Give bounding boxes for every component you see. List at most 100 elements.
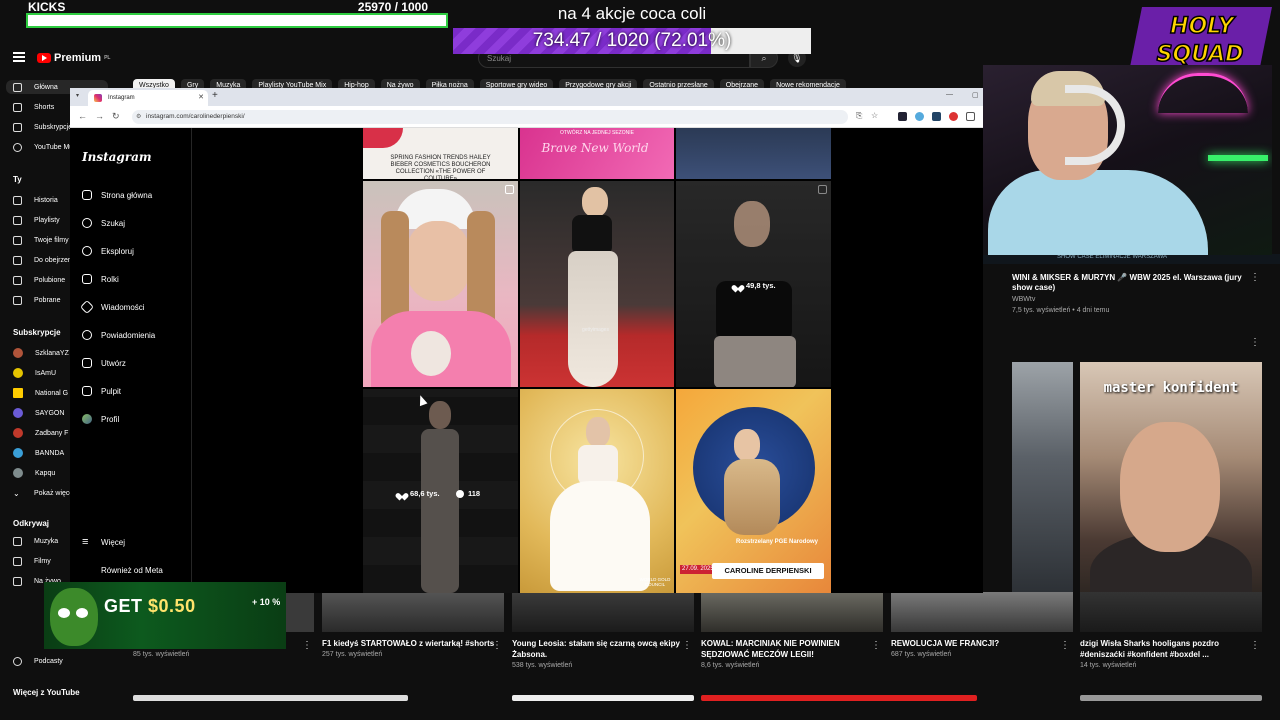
plus-square-icon — [82, 358, 92, 368]
nav-more[interactable]: ≡ Więcej — [82, 535, 125, 549]
sidebar-item-podcasts[interactable]: Podcasty — [13, 654, 83, 668]
podcast-icon — [13, 656, 22, 666]
video-thumbnail[interactable] — [512, 592, 694, 632]
url-field[interactable]: ⚙ instagram.com/carolinederpienski/ — [132, 110, 848, 124]
more-options-icon[interactable]: ⋮ — [871, 640, 881, 651]
holy-squad-logo: HOLY SQUAD — [1130, 7, 1272, 68]
video-thumbnail[interactable] — [891, 592, 1073, 632]
video-meta: 538 tys. wyświetleń — [512, 662, 573, 669]
reload-icon[interactable]: ↻ — [112, 111, 120, 122]
video-title[interactable]: WINI & MIKSER & MUR7YN 🎤 WBW 2025 el. Wa… — [1012, 273, 1262, 293]
more-options-icon[interactable]: ⋮ — [492, 640, 502, 651]
post-thumbnail[interactable]: SPRING FASHION TRENDS HAILEY BIEBER COSM… — [363, 128, 518, 179]
site-info-icon[interactable]: ⚙ — [136, 113, 141, 120]
promo-banner[interactable]: GET $0.50 + 10 % — [44, 582, 286, 649]
video-title[interactable]: KOWAL: MARCINIAK NIE POWINIEN SĘDZIOWAĆ … — [701, 638, 881, 660]
video-thumbnail[interactable] — [322, 592, 504, 632]
extension-icon[interactable] — [898, 112, 907, 121]
video-title[interactable]: dzigi Wisła Sharks hooligans pozdro #den… — [1080, 638, 1260, 660]
sidebar-you-header[interactable]: Ty — [13, 175, 22, 184]
avatar — [13, 388, 23, 398]
nav-also-from-meta[interactable]: Również od Meta — [82, 563, 163, 577]
nav-notifications[interactable]: Powiadomienia — [82, 328, 155, 342]
post-graphic — [363, 128, 403, 148]
nav-explore[interactable]: Eksploruj — [82, 244, 134, 258]
nav-messages[interactable]: Wiadomości — [79, 299, 145, 315]
install-icon[interactable]: ⎘ — [856, 111, 862, 121]
more-options-icon[interactable]: ⋮ — [1060, 640, 1070, 651]
live-icon — [13, 576, 22, 586]
post-skirt — [550, 481, 650, 591]
instagram-logo[interactable]: Instagram — [82, 150, 152, 164]
post-skirt — [568, 251, 618, 387]
donation-goal: na 4 akcje coca coli 734.47 / 1020 (72.0… — [453, 2, 811, 54]
back-icon[interactable]: ← — [78, 111, 87, 121]
short-thumbnail[interactable] — [1012, 362, 1073, 600]
maximize-icon[interactable]: ▢ — [972, 91, 979, 99]
compass-icon — [82, 246, 92, 256]
menu-icon[interactable] — [13, 52, 25, 62]
extensions-puzzle-icon[interactable] — [966, 112, 975, 121]
post-bodice — [578, 445, 618, 485]
video-thumbnail[interactable] — [286, 592, 314, 632]
youtube-logo[interactable]: Premium PL — [37, 52, 110, 64]
post-thumbnail[interactable]: Rozstrzelany PGE Narodowy 27.09. 2025 CA… — [676, 389, 831, 593]
extension-icon[interactable] — [932, 112, 941, 121]
nav-reels[interactable]: Rolki — [82, 272, 119, 286]
instagram-favicon — [94, 94, 102, 102]
nav-search[interactable]: Szukaj — [82, 216, 125, 230]
sidebar-explore-header: Odkrywaj — [13, 519, 50, 528]
bookmark-star-icon[interactable]: ☆ — [871, 111, 878, 120]
video-meta: 14 tys. wyświetleń — [1080, 662, 1137, 669]
forward-icon[interactable]: → — [95, 111, 104, 121]
youtube-brand: Premium — [54, 52, 102, 64]
post-thumbnail[interactable]: WORLD GOLD COUNCIL — [520, 389, 674, 593]
extension-icon[interactable] — [949, 112, 958, 121]
nav-dashboard[interactable]: Pulpit — [82, 384, 121, 398]
chart-icon — [82, 386, 92, 396]
post-shirt-print — [411, 331, 451, 376]
post-thumbnail[interactable] — [363, 181, 518, 387]
video-thumbnail[interactable] — [701, 592, 883, 632]
nav-home[interactable]: Strona główna — [82, 188, 152, 202]
heart-icon — [734, 282, 742, 289]
post-thumbnail[interactable] — [676, 128, 831, 179]
video-channel[interactable]: WBWtv — [1012, 296, 1035, 303]
more-options-icon[interactable]: ⋮ — [1250, 640, 1260, 651]
more-options-icon[interactable]: ⋮ — [302, 640, 312, 651]
minimize-icon[interactable]: — — [946, 91, 953, 98]
extension-icon[interactable] — [915, 112, 924, 121]
post-face — [582, 187, 608, 217]
short-thumbnail[interactable]: master konfident — [1080, 362, 1262, 600]
avatar — [13, 468, 23, 478]
post-thumbnail[interactable]: gettyimages — [520, 181, 674, 387]
video-title[interactable]: Young Leosia: stałam się czarną owcą eki… — [512, 638, 692, 660]
sidebar-subs-header[interactable]: Subskrypcje — [13, 328, 61, 337]
post-thumbnail[interactable]: OTWÓRZ NA JEDNEJ SEZONIE Brave New World — [520, 128, 674, 179]
tab-instagram[interactable]: Instagram ✕ — [88, 90, 208, 106]
kicks-bar-fill — [28, 15, 446, 26]
avatar — [82, 414, 92, 424]
clock-icon — [13, 255, 22, 265]
close-icon[interactable]: ✕ — [198, 93, 204, 101]
more-options-icon[interactable]: ⋮ — [682, 640, 692, 651]
nav-profile[interactable]: Profil — [82, 412, 119, 426]
more-options-icon[interactable]: ⋮ — [1250, 337, 1260, 348]
tab-search-icon[interactable]: ▾ — [76, 92, 79, 99]
new-tab-icon[interactable]: + — [212, 90, 218, 101]
shorts-icon — [13, 102, 22, 112]
logo-text-bottom: SQUAD — [1157, 42, 1244, 67]
post-thumbnail[interactable]: 49,8 tys. — [676, 181, 831, 387]
logo-text-top: HOLY — [1170, 14, 1236, 39]
video-thumbnail[interactable] — [1080, 592, 1262, 632]
post-date: 27.09. 2025 — [680, 565, 716, 574]
comment-count: 118 — [456, 489, 480, 498]
video-title[interactable]: F1 kiedyś STARTOWAŁO z wiertarką! #short… — [322, 638, 502, 649]
nav-create[interactable]: Utwórz — [82, 356, 126, 370]
reels-icon — [82, 274, 92, 284]
mascot-eye — [76, 608, 88, 618]
more-options-icon[interactable]: ⋮ — [1250, 272, 1260, 283]
avatar — [13, 348, 23, 358]
post-thumbnail[interactable]: 68,6 tys. 118 — [363, 389, 518, 593]
video-title[interactable]: REWOLUCJA WE FRANCJI? — [891, 638, 1071, 649]
